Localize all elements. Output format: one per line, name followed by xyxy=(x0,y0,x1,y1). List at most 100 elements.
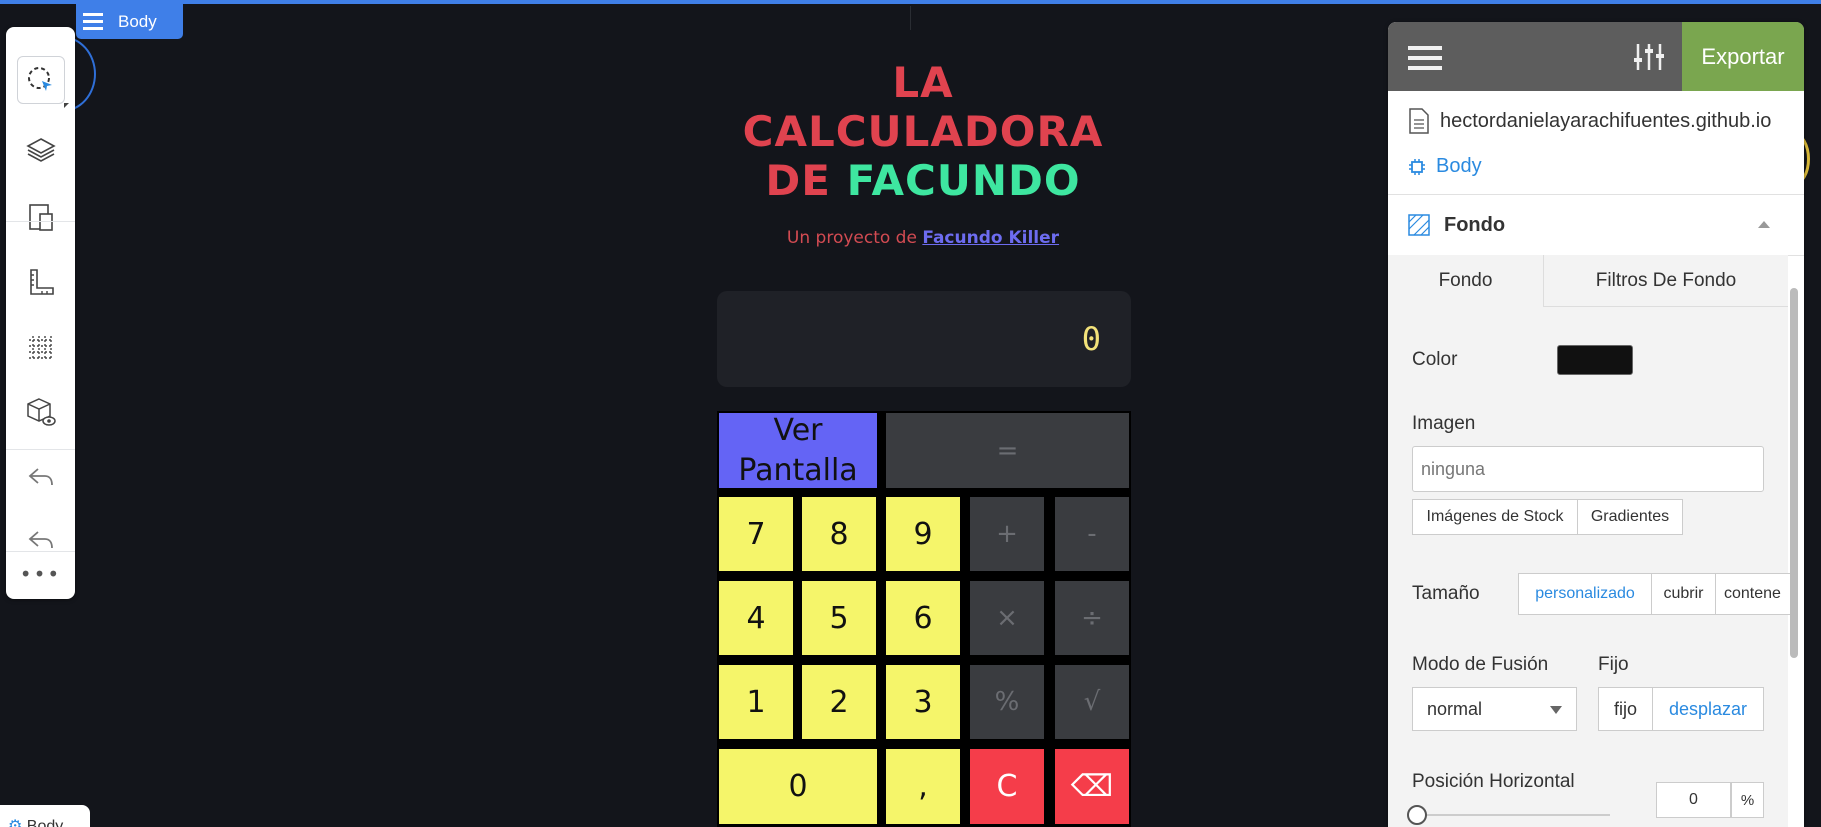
view-screen-label-2: Pantalla xyxy=(738,452,858,488)
image-label: Imagen xyxy=(1412,413,1476,434)
title-line-3a: DE xyxy=(765,156,831,205)
backspace-button[interactable]: ⌫ xyxy=(1055,749,1129,824)
background-section-header[interactable]: Fondo xyxy=(1388,195,1804,255)
color-swatch[interactable] xyxy=(1557,345,1633,375)
grid-button[interactable] xyxy=(6,315,75,381)
guide-line xyxy=(910,6,911,30)
bottom-element-tag[interactable]: ⚙ Body xyxy=(0,805,90,827)
panel-scrollbar[interactable] xyxy=(1790,288,1798,658)
undo-button[interactable] xyxy=(6,444,75,510)
display-value: 0 xyxy=(1081,320,1101,358)
selection-top-line xyxy=(0,0,1821,4)
key-3[interactable]: 3 xyxy=(886,665,960,739)
ruler-button[interactable] xyxy=(6,249,75,315)
style-panel: Exportar hectordanielayarachifuentes.git… xyxy=(1388,22,1804,827)
background-tabs: Fondo Filtros De Fondo xyxy=(1388,255,1788,307)
section-title: Fondo xyxy=(1444,213,1506,236)
color-label: Color xyxy=(1412,349,1458,370)
clear-button[interactable]: C xyxy=(970,749,1044,824)
title-line-1: LA xyxy=(892,58,954,107)
comma-button[interactable]: , xyxy=(886,749,960,824)
multiply-button[interactable]: × xyxy=(970,581,1044,655)
settings-sliders-icon[interactable] xyxy=(1632,40,1666,74)
stock-images-button[interactable]: Imágenes de Stock xyxy=(1412,499,1578,535)
more-tools-button[interactable]: ••• xyxy=(6,564,75,584)
keypad: Ver Pantalla = 7 8 9 + - 4 5 6 × ÷ 1 2 3… xyxy=(717,411,1131,827)
key-4[interactable]: 4 xyxy=(719,581,793,655)
key-6[interactable]: 6 xyxy=(886,581,960,655)
cube-eye-icon xyxy=(26,398,56,426)
responsive-button[interactable] xyxy=(6,183,75,249)
undo-icon xyxy=(28,468,53,486)
horizontal-position-track[interactable] xyxy=(1420,814,1610,816)
element-menu-icon[interactable] xyxy=(76,13,110,30)
size-custom-button[interactable]: personalizado xyxy=(1518,573,1652,615)
subtitle-prefix: Un proyecto de xyxy=(786,228,917,248)
view-screen-button[interactable]: Ver Pantalla xyxy=(719,413,877,488)
background-settings xyxy=(1388,307,1788,827)
horizontal-position-input[interactable]: 0 xyxy=(1656,782,1731,818)
key-0[interactable]: 0 xyxy=(719,749,877,824)
breadcrumb[interactable]: Body xyxy=(1408,155,1482,178)
panel-header: Exportar xyxy=(1388,22,1804,91)
ruler-icon xyxy=(29,269,54,295)
selected-element-tag[interactable]: Body xyxy=(76,4,183,39)
selected-element-label: Body xyxy=(118,11,157,31)
view-screen-label-1: Ver xyxy=(773,412,823,448)
key-9[interactable]: 9 xyxy=(886,497,960,571)
title-line-2: CALCULADORA xyxy=(742,107,1104,156)
calculator-display: 0 xyxy=(717,291,1131,387)
fixed-label: Fijo xyxy=(1598,654,1629,675)
layers-icon xyxy=(25,138,56,162)
document-icon xyxy=(1409,108,1429,134)
background-icon xyxy=(1408,214,1430,236)
blend-mode-label: Modo de Fusión xyxy=(1412,654,1549,675)
tab-fondo[interactable]: Fondo xyxy=(1388,255,1543,307)
breadcrumb-label: Body xyxy=(1436,155,1482,177)
horizontal-position-unit[interactable]: % xyxy=(1731,782,1764,818)
key-8[interactable]: 8 xyxy=(802,497,876,571)
plus-button[interactable]: + xyxy=(970,497,1044,571)
chevron-down-icon xyxy=(1550,706,1562,714)
grid-icon xyxy=(28,336,53,360)
percent-button[interactable]: % xyxy=(970,665,1044,739)
left-toolbar: ••• xyxy=(6,27,75,599)
tab-filtros-de-fondo[interactable]: Filtros De Fondo xyxy=(1543,255,1788,307)
chip-icon xyxy=(1409,158,1425,175)
layers-button[interactable] xyxy=(6,117,75,183)
size-contain-button[interactable]: contene xyxy=(1715,573,1795,615)
select-tool-button[interactable] xyxy=(6,47,75,113)
key-1[interactable]: 1 xyxy=(719,665,793,739)
blend-mode-select[interactable]: normal xyxy=(1412,687,1577,731)
devices-icon xyxy=(28,204,53,231)
divide-button[interactable]: ÷ xyxy=(1055,581,1129,655)
title-line-3b: FACUNDO xyxy=(846,156,1081,205)
author-link[interactable]: Facundo Killer xyxy=(922,228,1059,248)
key-7[interactable]: 7 xyxy=(719,497,793,571)
page-title: LA CALCULADORA DE FACUNDO xyxy=(700,58,1146,205)
key-5[interactable]: 5 xyxy=(802,581,876,655)
subtitle: Un proyecto de Facundo Killer xyxy=(700,228,1146,248)
size-label: Tamaño xyxy=(1412,583,1480,604)
size-cover-button[interactable]: cubrir xyxy=(1651,573,1716,615)
export-button[interactable]: Exportar xyxy=(1682,22,1804,91)
site-domain-text: hectordanielayarachifuentes.github.io xyxy=(1440,109,1772,132)
scroll-button[interactable]: desplazar xyxy=(1652,687,1764,731)
image-input[interactable]: ninguna xyxy=(1412,446,1764,492)
minus-button[interactable]: - xyxy=(1055,497,1129,571)
blend-mode-value: normal xyxy=(1427,699,1483,719)
preview-3d-button[interactable] xyxy=(6,379,75,445)
horizontal-position-label: Posición Horizontal xyxy=(1412,771,1575,792)
panel-menu-icon[interactable] xyxy=(1408,46,1442,70)
sqrt-button[interactable]: √ xyxy=(1055,665,1129,739)
select-icon xyxy=(27,67,52,91)
horizontal-position-slider[interactable] xyxy=(1407,805,1427,825)
fixed-button[interactable]: fijo xyxy=(1598,687,1653,731)
collapse-caret-icon[interactable] xyxy=(1758,221,1770,228)
site-domain: hectordanielayarachifuentes.github.io xyxy=(1408,108,1771,134)
chip-icon: ⚙ xyxy=(8,818,23,827)
key-2[interactable]: 2 xyxy=(802,665,876,739)
gradients-button[interactable]: Gradientes xyxy=(1577,499,1683,535)
bottom-element-label: Body xyxy=(26,818,64,827)
equals-button[interactable]: = xyxy=(886,413,1129,488)
